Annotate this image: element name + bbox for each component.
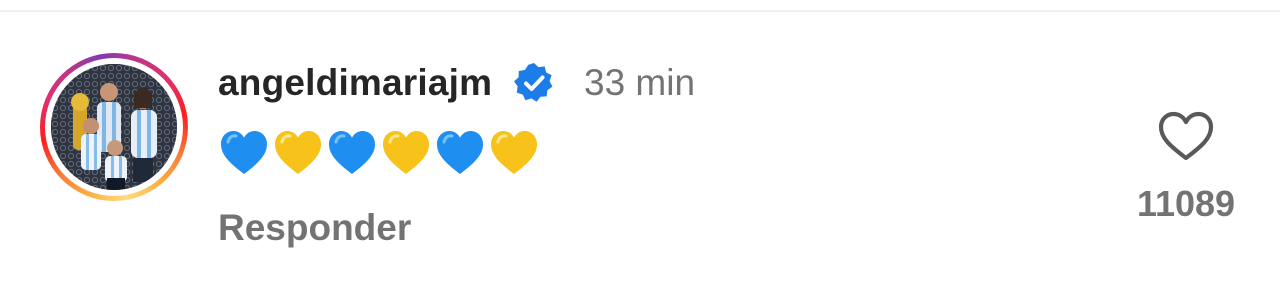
- heart-outline-icon[interactable]: [1155, 108, 1217, 164]
- blue-heart-icon: [329, 131, 375, 174]
- comment-item: angeldimariajm 33 min Responder 11089: [0, 0, 1280, 301]
- avatar-story-ring[interactable]: [40, 53, 188, 201]
- comment-text: [218, 128, 540, 184]
- avatar-photo: [51, 64, 177, 190]
- yellow-heart-icon: [383, 131, 429, 174]
- comment-username[interactable]: angeldimariajm: [218, 60, 492, 106]
- avatar[interactable]: [51, 64, 177, 190]
- reply-button[interactable]: Responder: [218, 205, 411, 251]
- blue-heart-icon: [221, 131, 267, 174]
- yellow-heart-icon: [275, 131, 321, 174]
- like-count: 11089: [1136, 183, 1236, 224]
- yellow-heart-icon: [491, 131, 537, 174]
- blue-heart-icon: [437, 131, 483, 174]
- comment-timestamp: 33 min: [584, 62, 696, 103]
- verified-badge-icon: [514, 63, 553, 102]
